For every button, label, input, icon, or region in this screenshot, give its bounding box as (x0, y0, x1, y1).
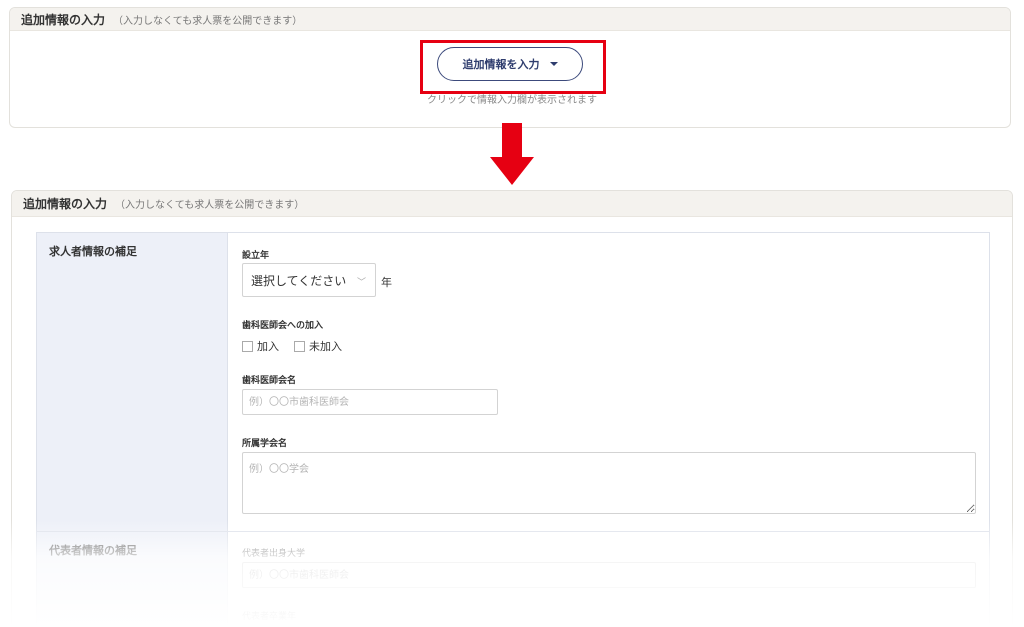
panel-subtitle: （入力しなくても求人票を公開できます） (115, 200, 305, 211)
representative-university-input[interactable] (242, 562, 976, 588)
representative-university-label: 代表者出身大学 (242, 549, 306, 559)
section-label-representative-supplement: 代表者情報の補足 (49, 544, 137, 557)
representative-year-label: 代表者卒業年 (242, 612, 297, 622)
dental-association-label: 歯科医師会への加入 (242, 321, 324, 331)
academic-society-label: 所属学会名 (242, 439, 288, 449)
section-label-employer-supplement: 求人者情報の補足 (49, 245, 137, 258)
founded-year-label: 設立年 (242, 251, 270, 261)
chevron-down-icon: ﹀ (356, 278, 366, 288)
additional-info-form: 求人者情報の補足 設立年 選択してください ﹀ 年 歯科医師会への加入 加入 未… (36, 232, 990, 627)
checkbox-joined[interactable]: 加入 (242, 338, 279, 354)
checkbox-label: 未加入 (309, 340, 342, 353)
checkbox-label: 加入 (257, 340, 279, 353)
panel-header: 追加情報の入力 （入力しなくても求人票を公開できます） (10, 8, 1010, 31)
association-name-input[interactable] (242, 389, 498, 415)
panel-subtitle: （入力しなくても求人票を公開できます） (113, 15, 303, 27)
expand-additional-info-button[interactable]: 追加情報を入力 (437, 47, 583, 81)
panel-title: 追加情報の入力 (21, 12, 106, 27)
expand-hint-text: クリックで情報入力欄が表示されます (427, 95, 597, 106)
founded-year-select[interactable]: 選択してください ﹀ (242, 263, 376, 297)
checkbox-box[interactable] (242, 340, 253, 352)
additional-info-panel-expanded: 追加情報の入力 （入力しなくても求人票を公開できます） 求人者情報の補足 設立年… (11, 190, 1013, 627)
checkbox-box[interactable] (294, 340, 305, 352)
caret-down-icon (549, 62, 558, 66)
section-divider (37, 531, 989, 532)
association-name-label: 歯科医師会名 (242, 376, 297, 386)
panel-header: 追加情報の入力 （入力しなくても求人票を公開できます） (12, 191, 1012, 217)
checkbox-not-joined[interactable]: 未加入 (294, 338, 342, 354)
founded-year-select-value: 選択してください (251, 273, 347, 288)
year-suffix: 年 (381, 276, 392, 289)
down-arrow-icon (490, 123, 534, 185)
academic-society-textarea[interactable] (242, 452, 976, 514)
section-label-column (37, 233, 228, 627)
panel-title: 追加情報の入力 (23, 197, 108, 211)
expand-button-label: 追加情報を入力 (462, 58, 540, 71)
